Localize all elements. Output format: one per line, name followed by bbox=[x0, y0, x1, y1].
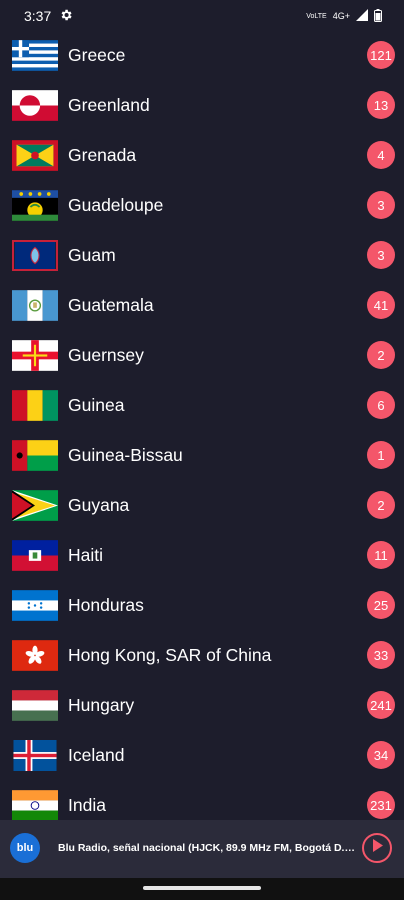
volte-label: VoLTE bbox=[306, 12, 327, 20]
country-row-honduras[interactable]: Honduras 25 bbox=[0, 580, 404, 630]
country-name: Hungary bbox=[68, 694, 135, 715]
station-count-badge: 3 bbox=[367, 191, 395, 219]
country-name: Guatemala bbox=[68, 294, 154, 315]
status-bar: 3:37 VoLTE 4G+ bbox=[0, 0, 404, 32]
greece-flag-icon bbox=[12, 39, 58, 71]
status-left: 3:37 bbox=[24, 8, 73, 25]
country-row-guam[interactable]: Guam 3 bbox=[0, 230, 404, 280]
station-count-badge: 2 bbox=[367, 341, 395, 369]
country-row-india[interactable]: India 231 bbox=[0, 780, 404, 820]
station-count-badge: 13 bbox=[367, 91, 395, 119]
honduras-flag-icon bbox=[12, 589, 58, 621]
station-count-badge: 2 bbox=[367, 491, 395, 519]
country-name: Guadeloupe bbox=[68, 194, 164, 215]
country-row-guatemala[interactable]: Guatemala 41 bbox=[0, 280, 404, 330]
mini-player[interactable]: blu Blu Radio, señal nacional (HJCK, 89.… bbox=[0, 820, 404, 878]
country-name: Guam bbox=[68, 244, 116, 265]
settings-gear-icon bbox=[59, 8, 73, 25]
station-count-badge: 121 bbox=[367, 41, 395, 69]
country-row-hong-kong[interactable]: Hong Kong, SAR of China 33 bbox=[0, 630, 404, 680]
station-count-badge: 6 bbox=[367, 391, 395, 419]
play-button[interactable] bbox=[362, 833, 392, 863]
country-name: Greenland bbox=[68, 94, 150, 115]
country-name: India bbox=[68, 794, 106, 815]
country-name: Haiti bbox=[68, 544, 104, 565]
home-handle[interactable] bbox=[143, 886, 261, 890]
greenland-flag-icon bbox=[12, 89, 58, 121]
hungary-flag-icon bbox=[12, 689, 58, 721]
country-name: Guinea-Bissau bbox=[68, 444, 183, 465]
country-row-guinea[interactable]: Guinea 6 bbox=[0, 380, 404, 430]
station-count-badge: 34 bbox=[367, 741, 395, 769]
country-row-guadeloupe[interactable]: Guadeloupe 3 bbox=[0, 180, 404, 230]
station-count-badge: 241 bbox=[367, 691, 395, 719]
now-playing-title[interactable]: Blu Radio, señal nacional (HJCK, 89.9 MH… bbox=[58, 842, 356, 854]
country-row-iceland[interactable]: Iceland 34 bbox=[0, 730, 404, 780]
guernsey-flag-icon bbox=[12, 339, 58, 371]
country-row-greece[interactable]: Greece 121 bbox=[0, 30, 404, 80]
country-name: Grenada bbox=[68, 144, 137, 165]
status-time: 3:37 bbox=[24, 8, 52, 24]
guatemala-flag-icon bbox=[12, 289, 58, 321]
station-count-badge: 4 bbox=[367, 141, 395, 169]
country-row-guyana[interactable]: Guyana 2 bbox=[0, 480, 404, 530]
country-row-hungary[interactable]: Hungary 241 bbox=[0, 680, 404, 730]
station-count-badge: 1 bbox=[367, 441, 395, 469]
station-logo: blu bbox=[10, 833, 40, 863]
country-name: Guernsey bbox=[68, 344, 144, 365]
country-name: Guyana bbox=[68, 494, 130, 515]
play-icon bbox=[371, 839, 383, 857]
station-count-badge: 11 bbox=[367, 541, 395, 569]
country-name: Honduras bbox=[68, 594, 144, 615]
country-row-guinea-bissau[interactable]: Guinea-Bissau 1 bbox=[0, 430, 404, 480]
guadeloupe-flag-icon bbox=[12, 189, 58, 221]
country-name: Iceland bbox=[68, 744, 125, 765]
gesture-nav-bar bbox=[0, 878, 404, 900]
guinea-flag-icon bbox=[12, 389, 58, 421]
guinea-bissau-flag-icon bbox=[12, 439, 58, 471]
station-count-badge: 25 bbox=[367, 591, 395, 619]
guam-flag-icon bbox=[12, 239, 58, 271]
guyana-flag-icon bbox=[12, 489, 58, 521]
signal-icon bbox=[356, 9, 368, 23]
country-name: Hong Kong, SAR of China bbox=[68, 644, 272, 665]
country-row-guernsey[interactable]: Guernsey 2 bbox=[0, 330, 404, 380]
country-list[interactable]: Greece 121 Greenland 13 Grenada 4 Guadel… bbox=[0, 30, 404, 820]
country-row-haiti[interactable]: Haiti 11 bbox=[0, 530, 404, 580]
country-name: Greece bbox=[68, 44, 126, 65]
haiti-flag-icon bbox=[12, 539, 58, 571]
station-count-badge: 231 bbox=[367, 791, 395, 819]
station-count-badge: 41 bbox=[367, 291, 395, 319]
india-flag-icon bbox=[12, 789, 58, 820]
grenada-flag-icon bbox=[12, 139, 58, 171]
station-count-badge: 33 bbox=[367, 641, 395, 669]
status-right: VoLTE 4G+ bbox=[306, 8, 382, 24]
country-row-grenada[interactable]: Grenada 4 bbox=[0, 130, 404, 180]
battery-icon bbox=[374, 8, 382, 24]
hong-kong-flag-icon bbox=[12, 639, 58, 671]
network-label: 4G+ bbox=[332, 11, 350, 21]
country-name: Guinea bbox=[68, 394, 125, 415]
country-row-greenland[interactable]: Greenland 13 bbox=[0, 80, 404, 130]
iceland-flag-icon bbox=[12, 739, 58, 771]
station-count-badge: 3 bbox=[367, 241, 395, 269]
